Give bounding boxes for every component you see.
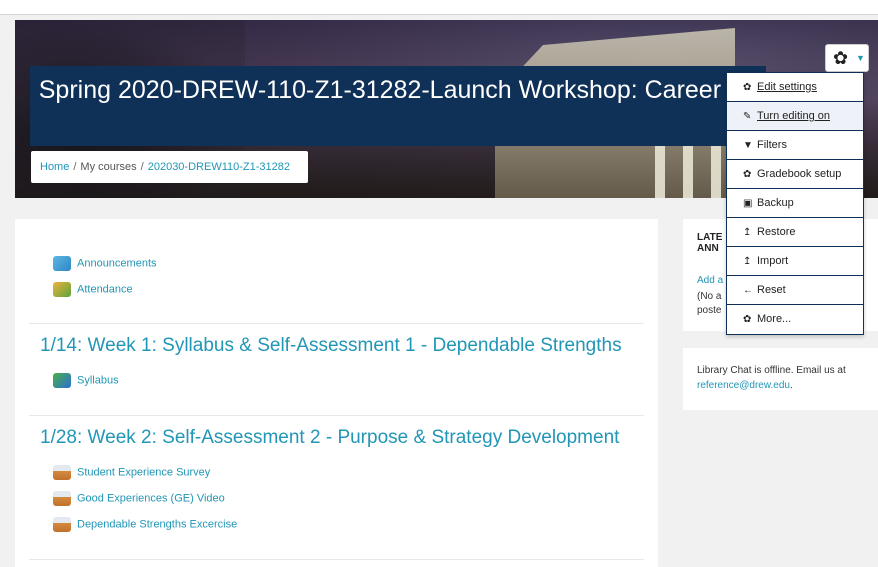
course-title-banner: Spring 2020-DREW-110-Z1-31282-Launch Wor… <box>30 66 857 146</box>
forum-icon <box>53 256 71 271</box>
settings-dropdown-menu: ✿ Edit settings ✎ Turn editing on ▼ Filters… <box>726 72 864 335</box>
add-announcement-link[interactable]: Add a <box>697 275 723 287</box>
no-announcements-text: (No a <box>697 291 722 302</box>
menu-item-restore[interactable]: ↥ Restore <box>727 218 863 247</box>
arrow-left-icon: ← <box>743 285 753 296</box>
section-title-week-1[interactable]: 1/14: Week 1: Syllabus & Self-Assessment… <box>40 335 622 357</box>
activity-icon <box>53 465 71 480</box>
breadcrumb: Home / My courses/202030-DREW110-Z1-31282 <box>31 151 308 183</box>
top-navbar <box>0 0 878 15</box>
menu-item-import[interactable]: ↥ Import <box>727 247 863 276</box>
library-email-link[interactable]: reference@drew.edu <box>697 380 790 391</box>
menu-item-backup[interactable]: ▣ Backup <box>727 189 863 218</box>
library-chat-text: Library Chat is offline. Email us at ref… <box>697 365 846 391</box>
gear-icon: ✿ <box>833 48 849 68</box>
activity-good-experiences-video[interactable]: Good Experiences (GE) Video <box>53 491 225 506</box>
breadcrumb-course[interactable]: 202030-DREW110-Z1-31282 <box>148 161 290 173</box>
menu-item-gradebook-setup[interactable]: ✿ Gradebook setup <box>727 160 863 189</box>
section-divider <box>29 415 644 416</box>
menu-item-turn-editing-on[interactable]: ✎ Turn editing on <box>727 102 863 131</box>
settings-menu-button[interactable]: ✿ ▼ <box>825 44 869 72</box>
attendance-icon <box>53 282 71 297</box>
gear-icon: ✿ <box>743 314 752 325</box>
breadcrumb-home[interactable]: Home <box>40 161 69 173</box>
gear-icon: ✿ <box>743 169 752 180</box>
activity-student-experience-survey[interactable]: Student Experience Survey <box>53 465 210 480</box>
block-heading: LATE ANN <box>697 232 723 254</box>
page-icon <box>53 373 71 388</box>
activity-dependable-strengths-exercise[interactable]: Dependable Strengths Excercise <box>53 517 237 532</box>
library-chat-block: Library Chat is offline. Email us at ref… <box>683 348 878 410</box>
filter-icon: ▼ <box>743 140 753 151</box>
chevron-down-icon: ▼ <box>856 53 865 63</box>
menu-item-edit-settings[interactable]: ✿ Edit settings <box>727 73 863 102</box>
breadcrumb-my-courses[interactable]: My courses <box>80 161 136 173</box>
activity-announcements[interactable]: Announcements <box>53 256 157 271</box>
backup-icon: ▣ <box>743 198 753 209</box>
course-content: Announcements Attendance 1/14: Week 1: S… <box>15 219 658 567</box>
activity-icon <box>53 517 71 532</box>
section-title-week-2[interactable]: 1/28: Week 2: Self-Assessment 2 - Purpos… <box>40 427 619 449</box>
section-divider <box>29 559 644 560</box>
no-announcements-text-2: poste <box>697 305 722 316</box>
menu-item-reset[interactable]: ← Reset <box>727 276 863 305</box>
gear-icon: ✿ <box>743 82 752 93</box>
activity-syllabus[interactable]: Syllabus <box>53 373 119 388</box>
breadcrumb-separator: / <box>140 161 144 173</box>
upload-icon: ↥ <box>743 256 752 267</box>
section-divider <box>29 323 644 324</box>
activity-attendance[interactable]: Attendance <box>53 282 133 297</box>
menu-item-more[interactable]: ✿ More... <box>727 305 863 334</box>
menu-item-filters[interactable]: ▼ Filters <box>727 131 863 160</box>
pencil-icon: ✎ <box>743 111 752 122</box>
upload-icon: ↥ <box>743 227 752 238</box>
breadcrumb-separator: / <box>73 161 77 173</box>
activity-icon <box>53 491 71 506</box>
